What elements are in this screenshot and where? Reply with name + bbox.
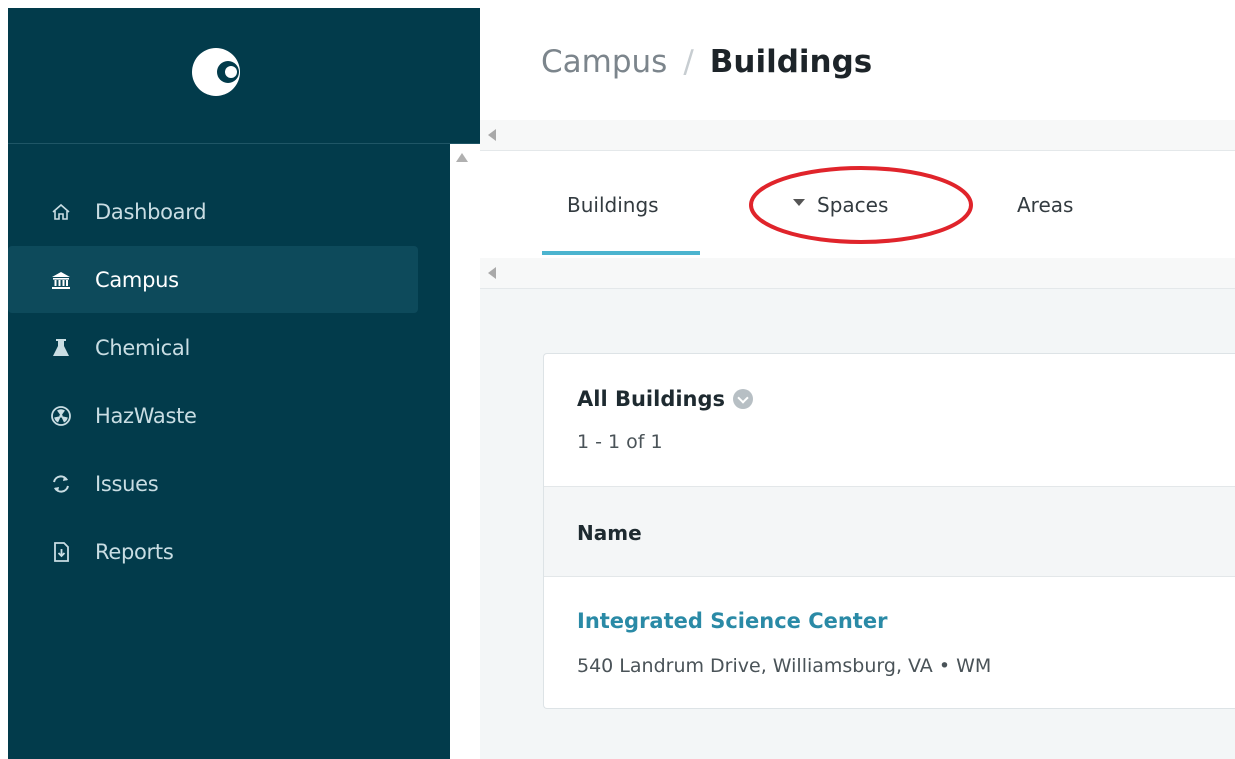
breadcrumb-parent[interactable]: Campus	[541, 44, 667, 80]
sidebar-item-dashboard[interactable]: Dashboard	[8, 178, 418, 245]
sidebar-item-label: Campus	[95, 267, 179, 292]
annotation-oval	[749, 166, 973, 244]
building-name-link[interactable]: Integrated Science Center	[577, 609, 887, 633]
sidebar-item-label: HazWaste	[95, 403, 197, 428]
buildings-card: All Buildings 1 - 1 of 1 Name Integrated…	[543, 353, 1235, 709]
list-title[interactable]: All Buildings	[577, 387, 754, 411]
sidebar-item-hazwaste[interactable]: HazWaste	[8, 382, 418, 449]
refresh-icon	[53, 474, 69, 493]
report-file-icon	[54, 541, 69, 562]
sidebar-item-issues[interactable]: Issues	[8, 450, 418, 517]
flask-icon	[53, 338, 69, 356]
sidebar-item-label: Reports	[95, 539, 174, 564]
app-logo[interactable]	[190, 46, 242, 98]
tab-areas[interactable]: Areas	[1017, 151, 1073, 258]
sidebar-item-campus[interactable]: Campus	[8, 246, 418, 313]
active-tab-indicator	[542, 251, 700, 255]
sidebar-item-label: Chemical	[95, 335, 191, 360]
tabs-scroll-strip	[480, 258, 1235, 288]
tab-label: Areas	[1017, 192, 1074, 217]
chevron-down-icon[interactable]	[733, 389, 754, 409]
table-header: Name	[544, 486, 1235, 577]
sidebar-item-reports[interactable]: Reports	[8, 518, 418, 585]
home-icon	[52, 203, 70, 220]
sidebar-item-chemical[interactable]: Chemical	[8, 314, 418, 381]
page-title: Buildings	[709, 44, 873, 80]
tab-buildings[interactable]: Buildings	[567, 151, 659, 258]
header-scroll-strip	[480, 120, 1235, 150]
breadcrumb: Campus / Buildings	[541, 44, 872, 80]
result-count: 1 - 1 of 1	[577, 431, 663, 453]
tab-label: Buildings	[567, 192, 659, 217]
radiation-icon	[51, 405, 71, 426]
list-title-text: All Buildings	[577, 387, 726, 411]
sidebar-item-label: Dashboard	[95, 199, 207, 224]
scroll-left-arrow[interactable]	[488, 129, 496, 141]
sidebar-item-label: Issues	[95, 471, 159, 496]
building-address: 540 Landrum Drive, Williamsburg, VA • WM	[577, 655, 992, 677]
scroll-left-arrow[interactable]	[488, 267, 496, 279]
bank-icon	[52, 271, 70, 289]
breadcrumb-separator: /	[683, 44, 694, 80]
logo-bar	[8, 8, 480, 144]
column-header-name[interactable]: Name	[577, 521, 642, 545]
scroll-up-arrow[interactable]	[456, 153, 468, 162]
sidebar-divider	[8, 143, 480, 144]
